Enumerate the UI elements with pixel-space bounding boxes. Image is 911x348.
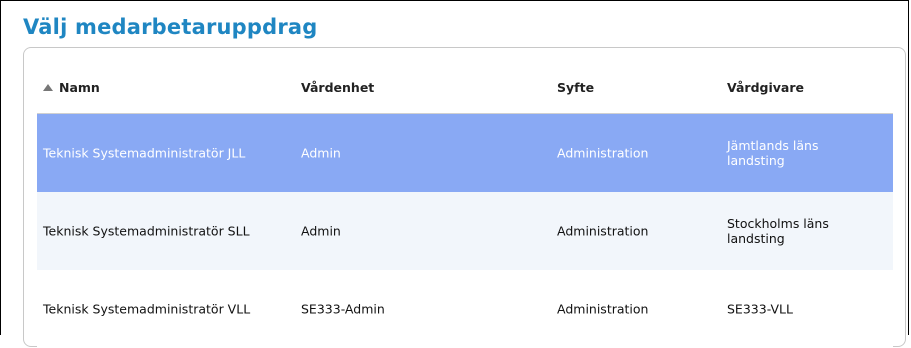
cell-syfte: Administration bbox=[557, 145, 649, 161]
cell-namn: Teknisk Systemadministratör SLL bbox=[43, 223, 250, 239]
cell-namn: Teknisk Systemadministratör VLL bbox=[43, 301, 251, 317]
assignment-panel: Namn Vårdenhet Syfte Vårdgivare Teknisk … bbox=[23, 47, 906, 348]
column-header-syfte[interactable]: Syfte bbox=[557, 80, 594, 95]
column-header-namn[interactable]: Namn bbox=[43, 80, 100, 95]
table-row[interactable]: Teknisk Systemadministratör VLL SE333-Ad… bbox=[37, 270, 893, 348]
cell-vardgivare: SE333-VLL bbox=[727, 301, 793, 317]
assignment-table: Namn Vårdenhet Syfte Vårdgivare Teknisk … bbox=[37, 48, 893, 348]
cell-namn: Teknisk Systemadministratör JLL bbox=[43, 145, 246, 161]
cell-syfte: Administration bbox=[557, 223, 649, 239]
dialog-title: Välj medarbetaruppdrag bbox=[23, 15, 318, 39]
cell-vardenhet: Admin bbox=[301, 223, 341, 239]
sort-ascending-icon bbox=[43, 84, 53, 91]
table-row[interactable]: Teknisk Systemadministratör JLL Admin Ad… bbox=[37, 114, 893, 192]
table-row[interactable]: Teknisk Systemadministratör SLL Admin Ad… bbox=[37, 192, 893, 270]
cell-syfte: Administration bbox=[557, 301, 649, 317]
cell-vardenhet: Admin bbox=[301, 145, 341, 161]
dialog-window: Välj medarbetaruppdrag Namn Vårdenhet Sy… bbox=[0, 0, 909, 348]
column-header-label: Namn bbox=[59, 80, 100, 95]
table-header-row: Namn Vårdenhet Syfte Vårdgivare bbox=[37, 48, 893, 114]
column-header-vardenhet[interactable]: Vårdenhet bbox=[301, 80, 374, 95]
cell-vardgivare: Jämtlands läns landsting bbox=[727, 138, 819, 168]
cell-vardenhet: SE333-Admin bbox=[301, 301, 385, 317]
column-header-vardgivare[interactable]: Vårdgivare bbox=[727, 80, 877, 95]
cell-vardgivare: Stockholms läns landsting bbox=[727, 216, 829, 246]
